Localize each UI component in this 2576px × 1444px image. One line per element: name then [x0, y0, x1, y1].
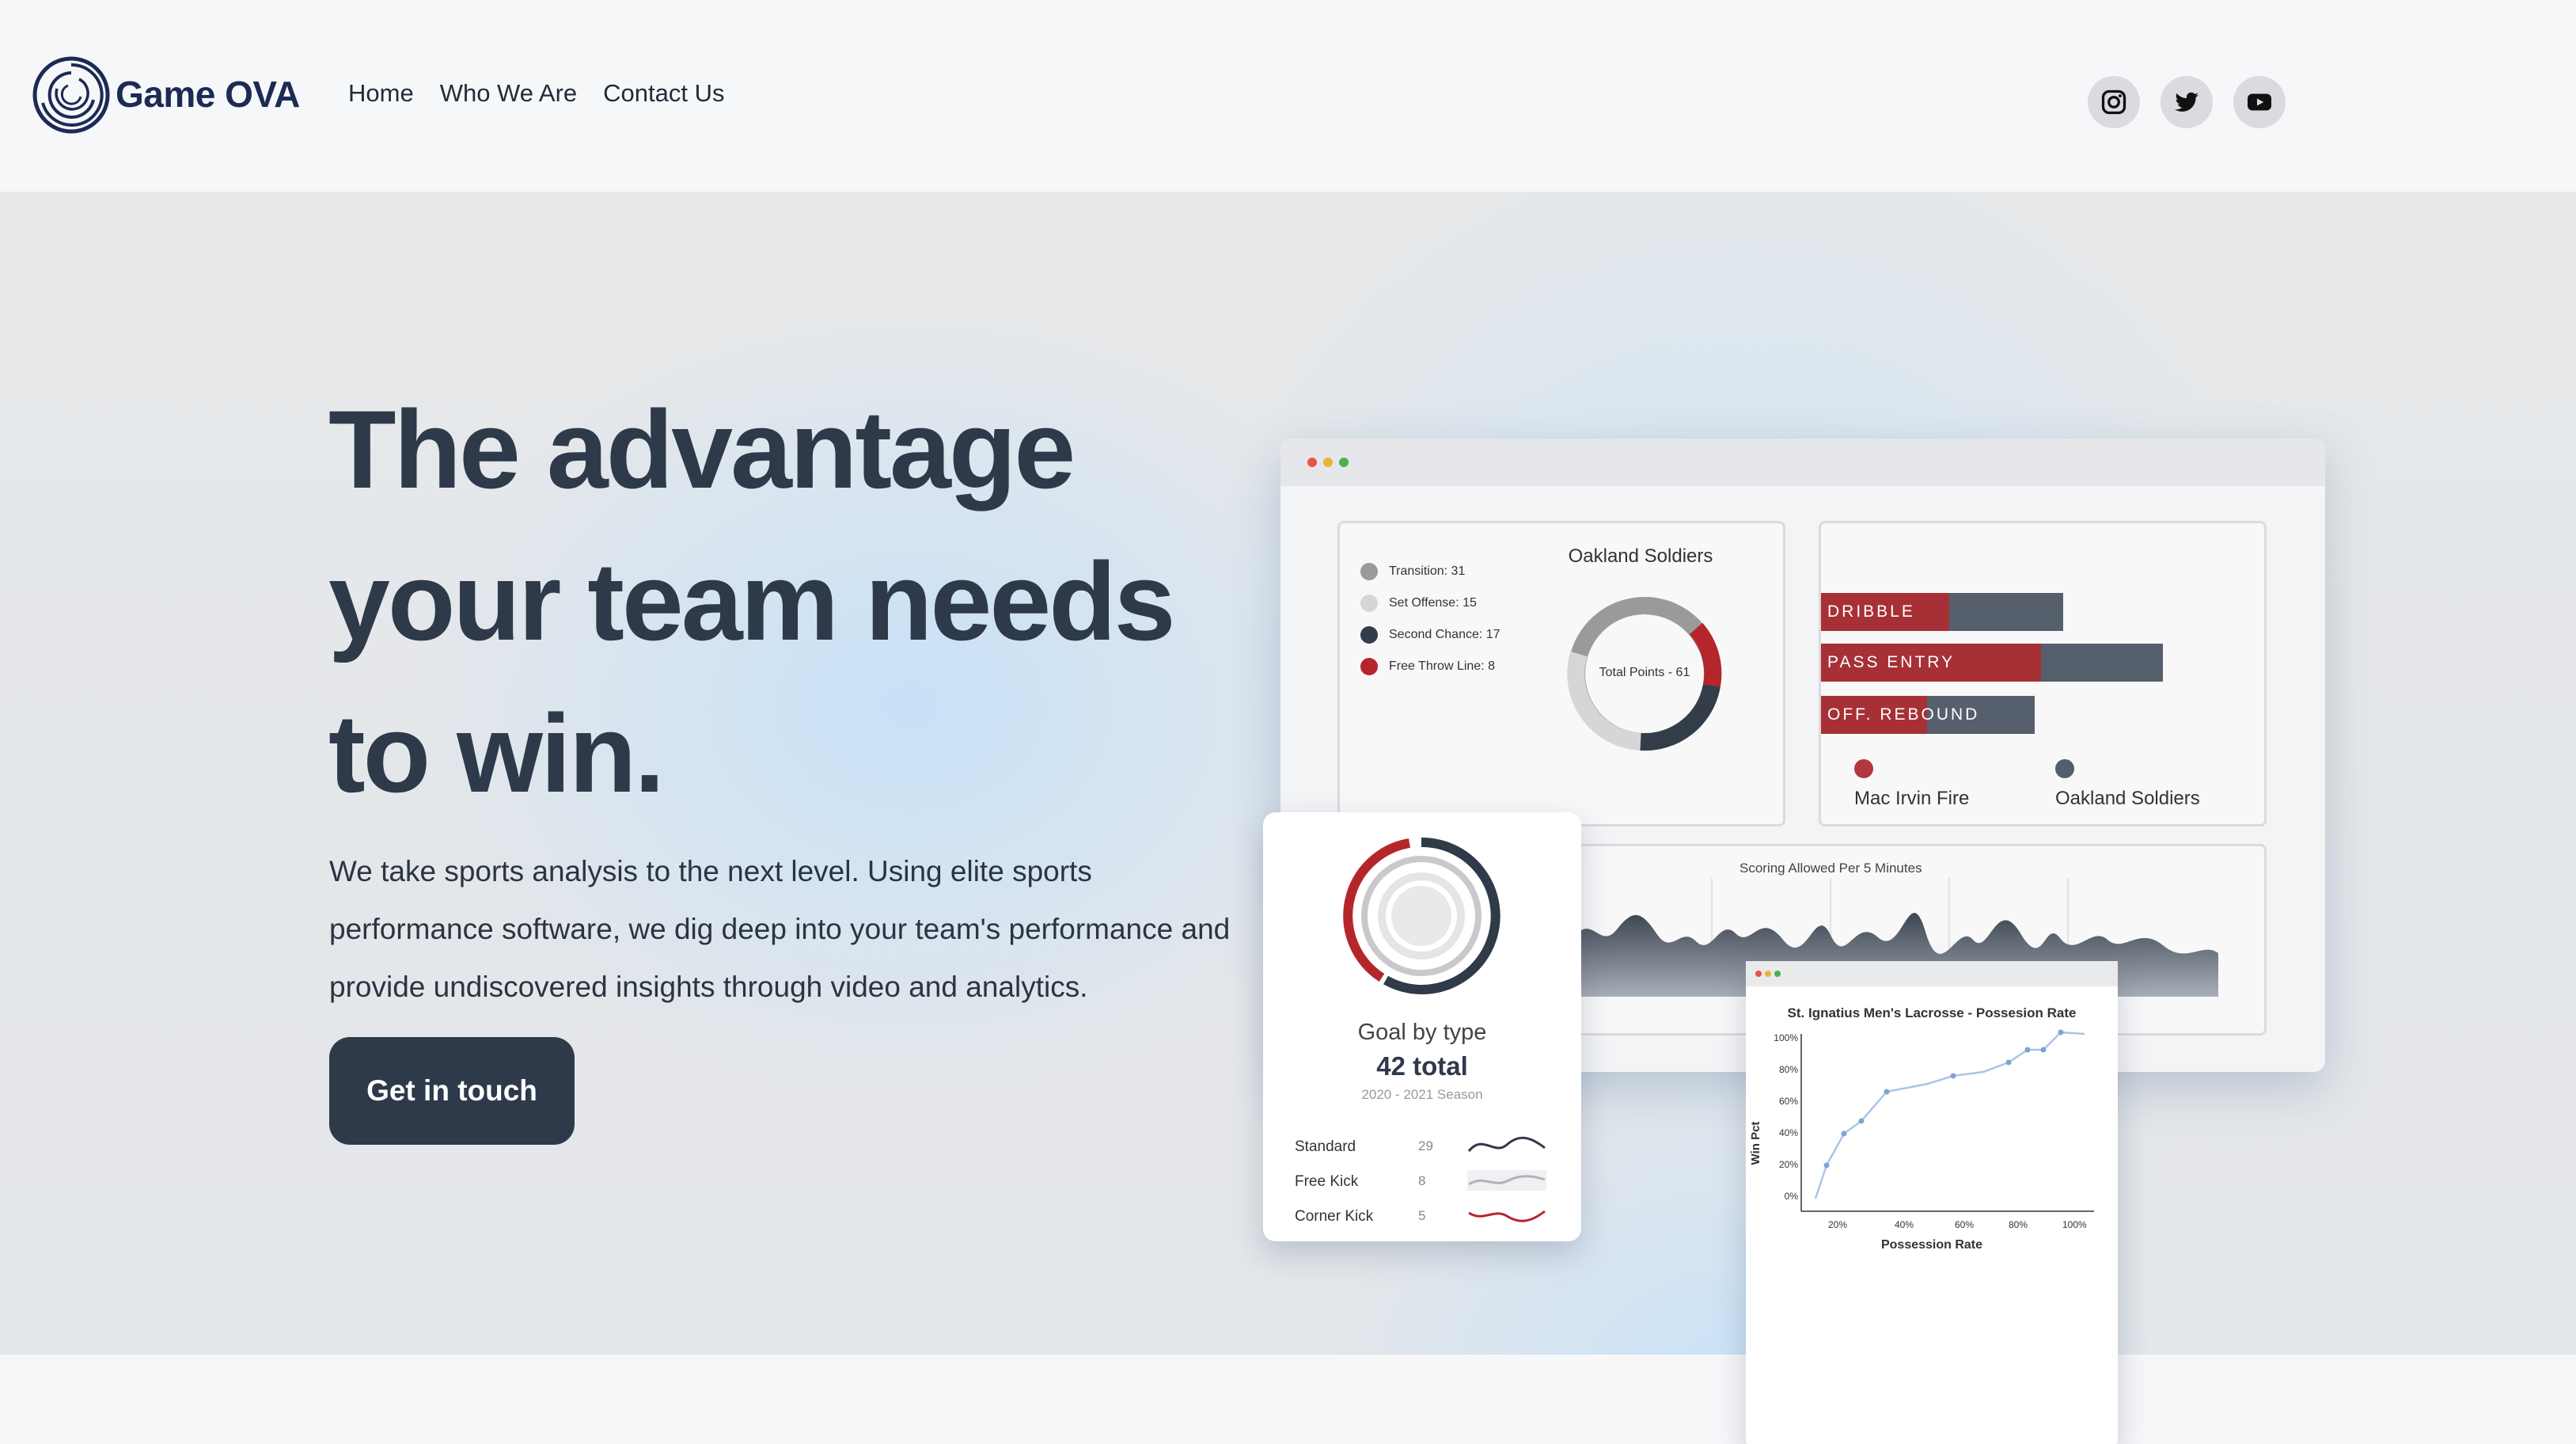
legend-label: Second Chance: 17	[1389, 628, 1500, 641]
youtube-icon	[2248, 93, 2271, 111]
legend-dot-icon	[2055, 759, 2074, 778]
goal-by-type-card: Goal by type 42 total 2020 - 2021 Season…	[1263, 812, 1581, 1241]
brand-name[interactable]: Game OVA	[116, 73, 300, 116]
legend-dot-icon	[1360, 595, 1378, 612]
close-dot-icon	[1307, 458, 1317, 467]
headline-line-3: to win.	[328, 691, 665, 815]
goal-card-title: Goal by type	[1357, 1020, 1487, 1045]
get-in-touch-button[interactable]: Get in touch	[329, 1037, 575, 1145]
sparkline-free-kick	[1467, 1170, 1546, 1191]
nav-home[interactable]: Home	[348, 79, 414, 108]
legend-mac-irvin-fire: Mac Irvin Fire	[1854, 788, 1970, 809]
x-tick: 40%	[1895, 1219, 1914, 1230]
maximize-dot-icon	[1339, 458, 1349, 467]
brand-logo-icon[interactable]	[32, 55, 111, 135]
legend-label: Set Offense: 15	[1389, 596, 1477, 610]
legend-dot-icon	[1360, 658, 1378, 675]
main-nav: Home Who We Are Contact Us	[348, 79, 750, 108]
legend-set-offense: Set Offense: 15	[1360, 595, 1477, 612]
donut-title: Oakland Soldiers	[1568, 545, 1713, 567]
goal-card-season: 2020 - 2021 Season	[1361, 1087, 1483, 1102]
minimize-dot-icon	[1323, 458, 1333, 467]
instagram-icon	[2101, 89, 2126, 115]
bar-off-rebound: OFF. REBOUND	[1821, 696, 2035, 734]
legend-transition: Transition: 31	[1360, 563, 1465, 580]
x-tick: 60%	[1955, 1219, 1975, 1230]
hero-section: The advantage your team needs to win. We…	[0, 192, 2576, 1444]
hero-description: We take sports analysis to the next leve…	[329, 855, 1231, 1003]
bar-dribble: DRIBBLE	[1821, 593, 2063, 631]
legend-second-chance: Second Chance: 17	[1360, 626, 1500, 644]
goal-ring-chart	[1343, 837, 1500, 994]
youtube-link[interactable]	[2233, 76, 2286, 128]
goal-row-value: 8	[1418, 1173, 1426, 1188]
goal-row-value: 5	[1418, 1208, 1426, 1223]
possession-rate-card: St. Ignatius Men's Lacrosse - Possesion …	[1746, 961, 2118, 1444]
goal-row-label: Corner Kick	[1295, 1208, 1374, 1225]
x-tick: 20%	[1828, 1219, 1848, 1230]
legend-dot-icon	[1360, 626, 1378, 644]
goal-row-label: Free Kick	[1295, 1173, 1359, 1190]
headline-line-1: The advantage	[328, 387, 1076, 511]
goal-row-value: 29	[1418, 1138, 1433, 1153]
instagram-link[interactable]	[2088, 76, 2140, 128]
comparison-bars-panel: DRIBBLE PASS ENTRY OFF. REBOUND Mac Irvi…	[1819, 521, 2267, 826]
window-titlebar	[1280, 439, 2325, 486]
x-tick-labels: 20% 40% 60% 80% 100%	[1746, 1219, 2118, 1235]
site-header: Game OVA Home Who We Are Contact Us	[0, 0, 2576, 192]
legend-dot-icon	[1360, 563, 1378, 580]
line-chart-xlabel: Possession Rate	[1880, 1238, 1983, 1252]
goal-card-total: 42 total	[1376, 1051, 1468, 1081]
points-donut-panel: Transition: 31 Set Offense: 15 Second Ch…	[1337, 521, 1785, 826]
bar-label: DRIBBLE	[1827, 602, 1915, 621]
twitter-icon	[2175, 92, 2199, 112]
twitter-link[interactable]	[2161, 76, 2213, 128]
social-links	[2088, 76, 2286, 128]
legend-dot-icon	[1854, 759, 1873, 778]
sparkline-standard	[1467, 1136, 1546, 1153]
x-tick: 80%	[2009, 1219, 2028, 1230]
nav-who-we-are[interactable]: Who We Are	[440, 79, 577, 108]
goal-row-label: Standard	[1295, 1138, 1356, 1155]
legend-label: Transition: 31	[1389, 564, 1466, 578]
headline-line-2: your team needs	[328, 539, 1176, 663]
x-tick: 100%	[2062, 1219, 2087, 1230]
donut-center-label: Total Points - 61	[1599, 666, 1690, 679]
bar-label: PASS ENTRY	[1827, 653, 1956, 671]
hero-headline: The advantage your team needs to win.	[328, 374, 1278, 830]
legend-free-throw: Free Throw Line: 8	[1360, 658, 1495, 675]
sparkline-corner-kick	[1468, 1210, 1546, 1222]
nav-contact-us[interactable]: Contact Us	[603, 79, 724, 108]
legend-oakland-soldiers: Oakland Soldiers	[2055, 788, 2200, 809]
possession-line-chart	[1800, 1029, 2094, 1212]
bar-pass-entry: PASS ENTRY	[1821, 644, 2163, 682]
legend-label: Free Throw Line: 8	[1389, 659, 1495, 673]
bar-label: OFF. REBOUND	[1827, 705, 1980, 724]
